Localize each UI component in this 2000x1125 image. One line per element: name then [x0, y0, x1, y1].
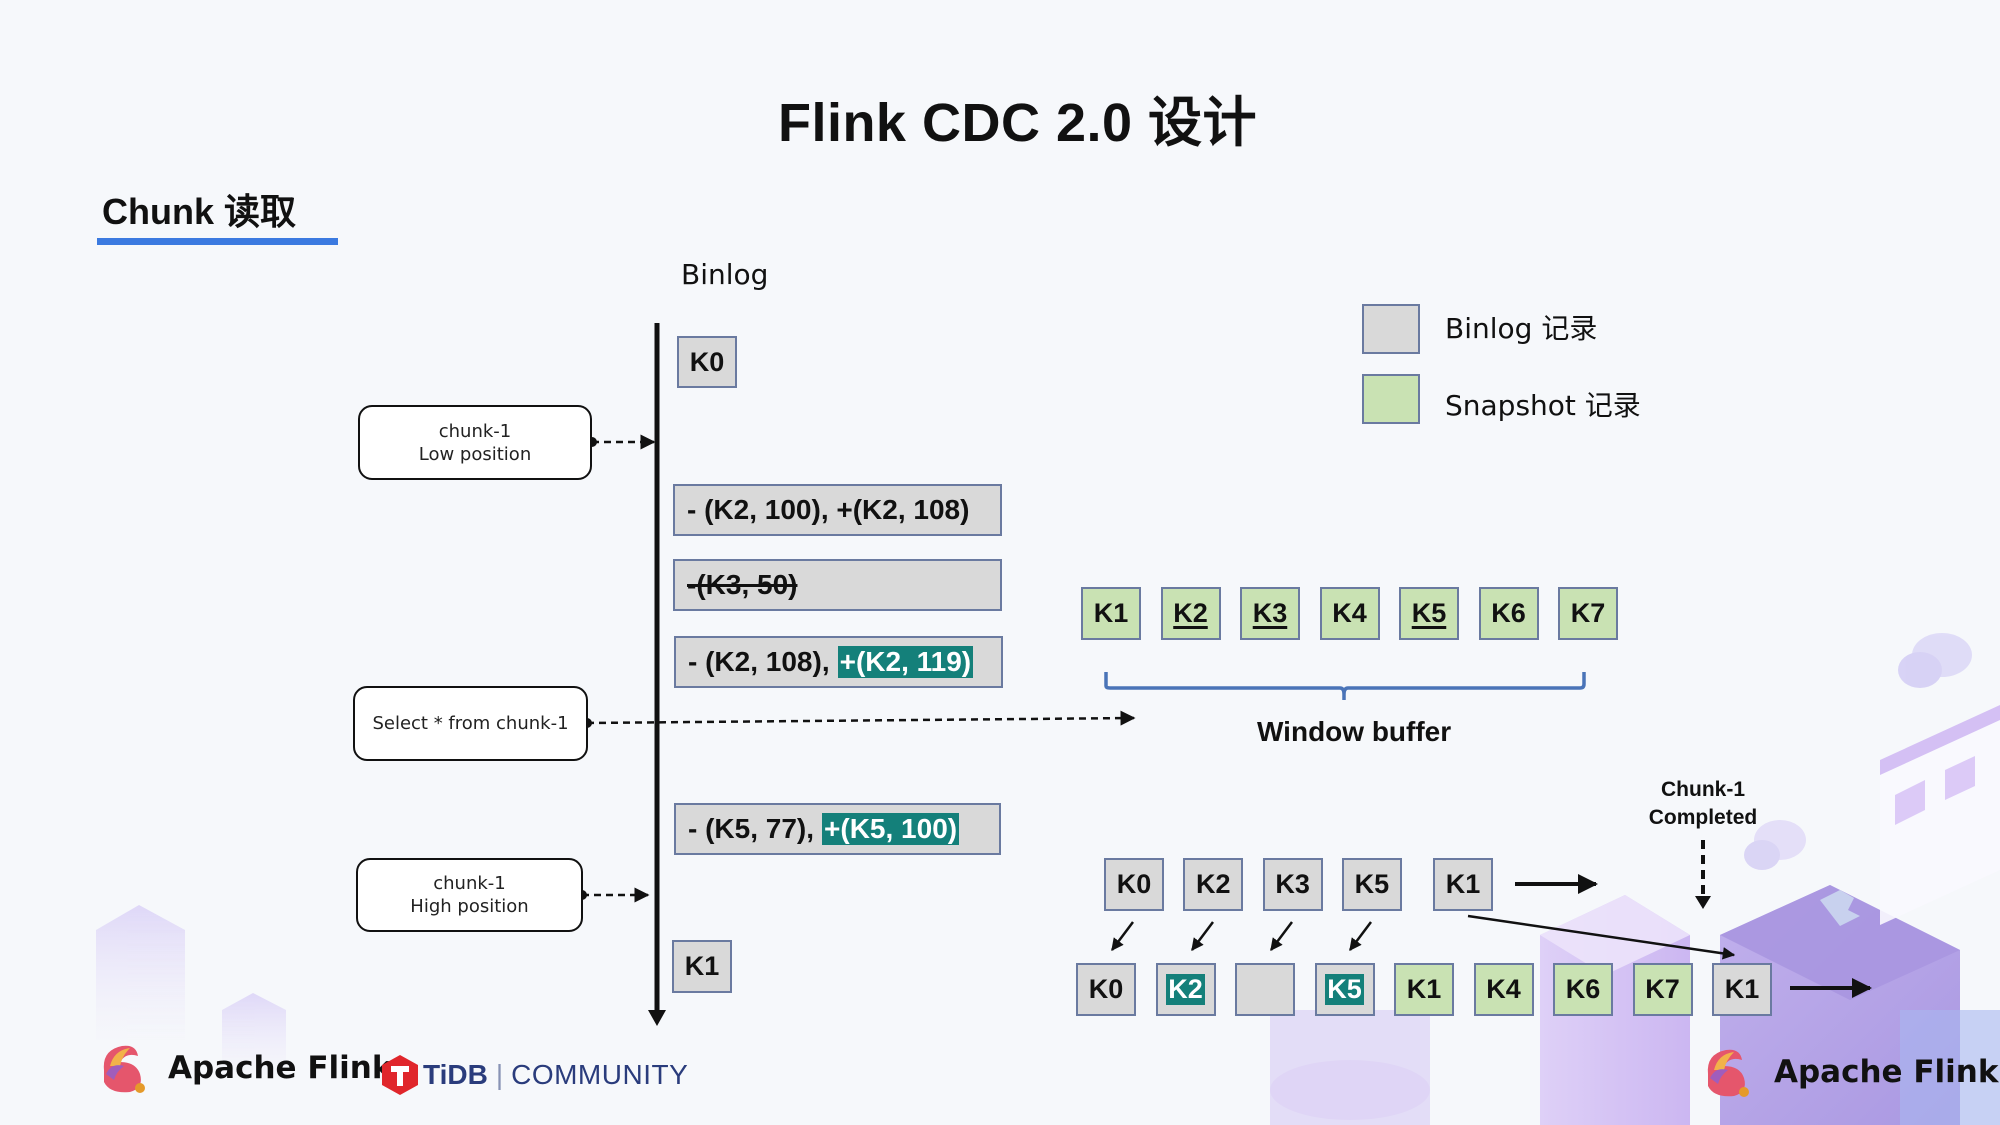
binlog-event-k1: K1	[672, 940, 732, 993]
apache-flink-logo-text: Apache Flink	[168, 1050, 393, 1086]
section-underline	[97, 238, 338, 245]
window-buffer-label: Window buffer	[1257, 716, 1452, 747]
legend-label-binlog: Binlog 记录	[1445, 312, 1598, 345]
select-chunk-marker: Select * from chunk-1	[353, 686, 588, 761]
window-buffer-brace	[1104, 672, 1586, 700]
select-connector	[586, 710, 1136, 726]
section-title: Chunk 读取	[102, 191, 296, 232]
apache-flink-logo-left: Apache Flink	[96, 1040, 392, 1096]
apache-flink-logo-right: Apache Flink	[1700, 1044, 1998, 1100]
timeline-arrowhead	[648, 1010, 666, 1026]
chunk-completed-label: Chunk-1 Completed	[1648, 778, 1758, 829]
legend-label-snapshot: Snapshot 记录	[1445, 389, 1641, 422]
flink-squirrel-icon	[103, 1045, 145, 1093]
high-position-marker: chunk-1 High position	[356, 858, 583, 932]
legend-swatch-binlog	[1362, 304, 1420, 354]
binlog-label: Binlog	[681, 258, 769, 291]
tidb-community-logo: TiDB | COMMUNITY	[381, 1054, 688, 1096]
slide-title: Flink CDC 2.0 设计	[777, 93, 1258, 153]
binlog-event-k5-update: - (K5, 77), +(K5, 100)	[674, 803, 1001, 855]
highlight-k5-100: +(K5, 100)	[822, 813, 960, 845]
legend-swatch-snapshot	[1362, 374, 1420, 424]
binlog-event-k3-delete: -(K3, 50)	[673, 559, 1002, 611]
highlight-k2-119: +(K2, 119)	[837, 646, 974, 678]
flink-squirrel-icon	[1707, 1049, 1749, 1097]
merge-arrows	[1111, 921, 1372, 951]
tidb-hexagon-icon	[382, 1055, 418, 1095]
binlog-event-k2-update-2: - (K2, 108), +(K2, 119)	[674, 636, 1003, 688]
k1-to-output-arrow	[1467, 914, 1736, 960]
low-position-marker: chunk-1 Low position	[358, 405, 592, 480]
apache-flink-logo-text-right: Apache Flink	[1774, 1054, 1999, 1090]
binlog-event-k0: K0	[677, 336, 737, 388]
binlog-event-k2-update: - (K2, 100), +(K2, 108)	[673, 484, 1002, 536]
